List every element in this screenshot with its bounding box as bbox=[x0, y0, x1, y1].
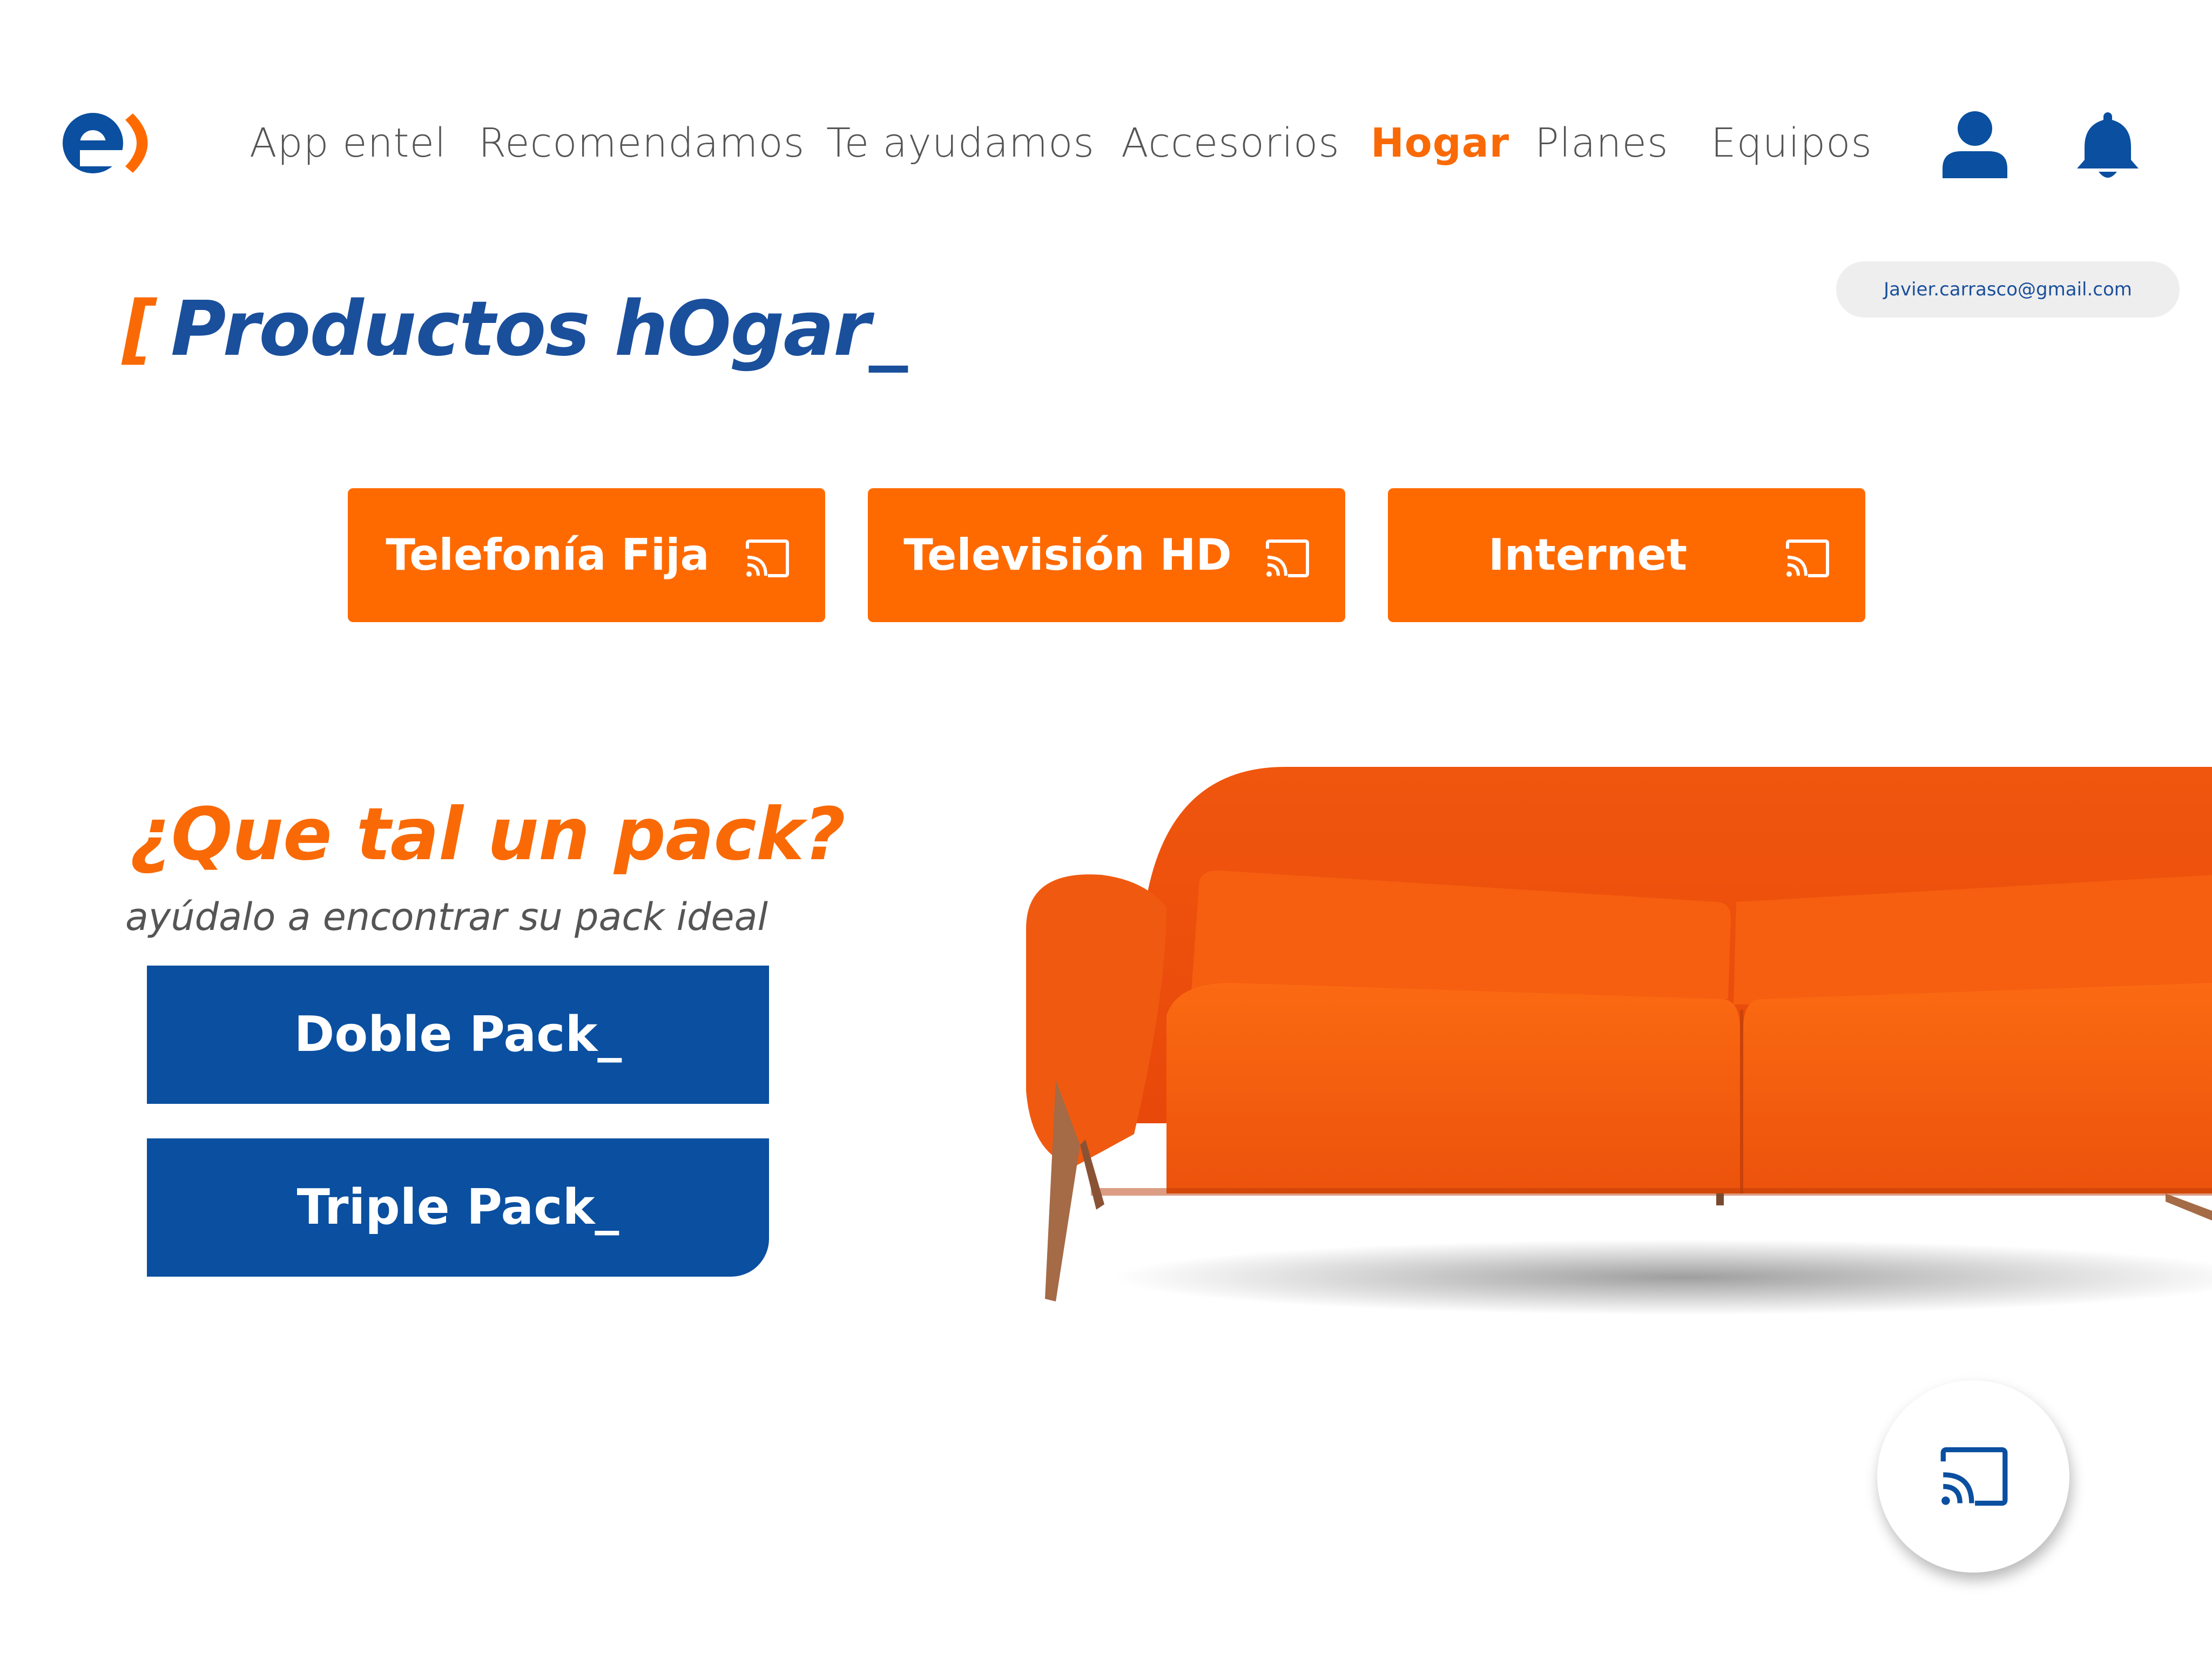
triple-pack-button[interactable]: Triple Pack_ bbox=[147, 1138, 769, 1277]
nav-item-equipos[interactable]: Equipos bbox=[1711, 113, 1872, 173]
cast-icon bbox=[1786, 539, 1829, 577]
product-label: Internet bbox=[1488, 530, 1688, 580]
television-hd-button[interactable]: Televisión HD bbox=[868, 488, 1345, 622]
cast-icon bbox=[1940, 1447, 2008, 1506]
title-bracket: [ bbox=[122, 285, 157, 373]
cast-fab-button[interactable] bbox=[1877, 1380, 2069, 1573]
nav-item-planes[interactable]: Planes bbox=[1535, 113, 1669, 173]
product-label: Televisión HD bbox=[903, 530, 1232, 580]
product-label: Telefonía Fija bbox=[386, 530, 710, 580]
telefonia-fija-button[interactable]: Telefonía Fija bbox=[348, 488, 825, 622]
page-title: [Productos hOgar_ bbox=[122, 281, 907, 378]
main-nav: App entel Recomendamos Te ayudamos Acces… bbox=[0, 113, 2212, 173]
nav-item-te-ayudamos[interactable]: Te ayudamos bbox=[826, 113, 1095, 173]
pack-question-heading: ¿Que tal un pack? bbox=[130, 792, 846, 876]
nav-item-recomendamos[interactable]: Recomendamos bbox=[478, 113, 805, 173]
user-icon[interactable] bbox=[1940, 108, 2010, 181]
cast-icon bbox=[746, 539, 789, 577]
page-title-text: Productos hOgar_ bbox=[170, 285, 907, 373]
nav-item-accesorios[interactable]: Accesorios bbox=[1121, 113, 1340, 173]
bell-icon[interactable] bbox=[2073, 108, 2143, 181]
user-email-badge[interactable]: Javier.carrasco@gmail.com bbox=[1836, 261, 2180, 318]
cast-icon bbox=[1266, 539, 1309, 577]
nav-item-app-entel[interactable]: App entel bbox=[249, 113, 447, 173]
internet-button[interactable]: Internet bbox=[1388, 488, 1865, 622]
orange-sofa-image bbox=[1026, 767, 2212, 1315]
pack-subtitle: ayúdalo a encontrar su pack ideal bbox=[125, 895, 768, 939]
nav-item-hogar[interactable]: Hogar bbox=[1371, 113, 1509, 173]
doble-pack-button[interactable]: Doble Pack_ bbox=[147, 966, 769, 1104]
